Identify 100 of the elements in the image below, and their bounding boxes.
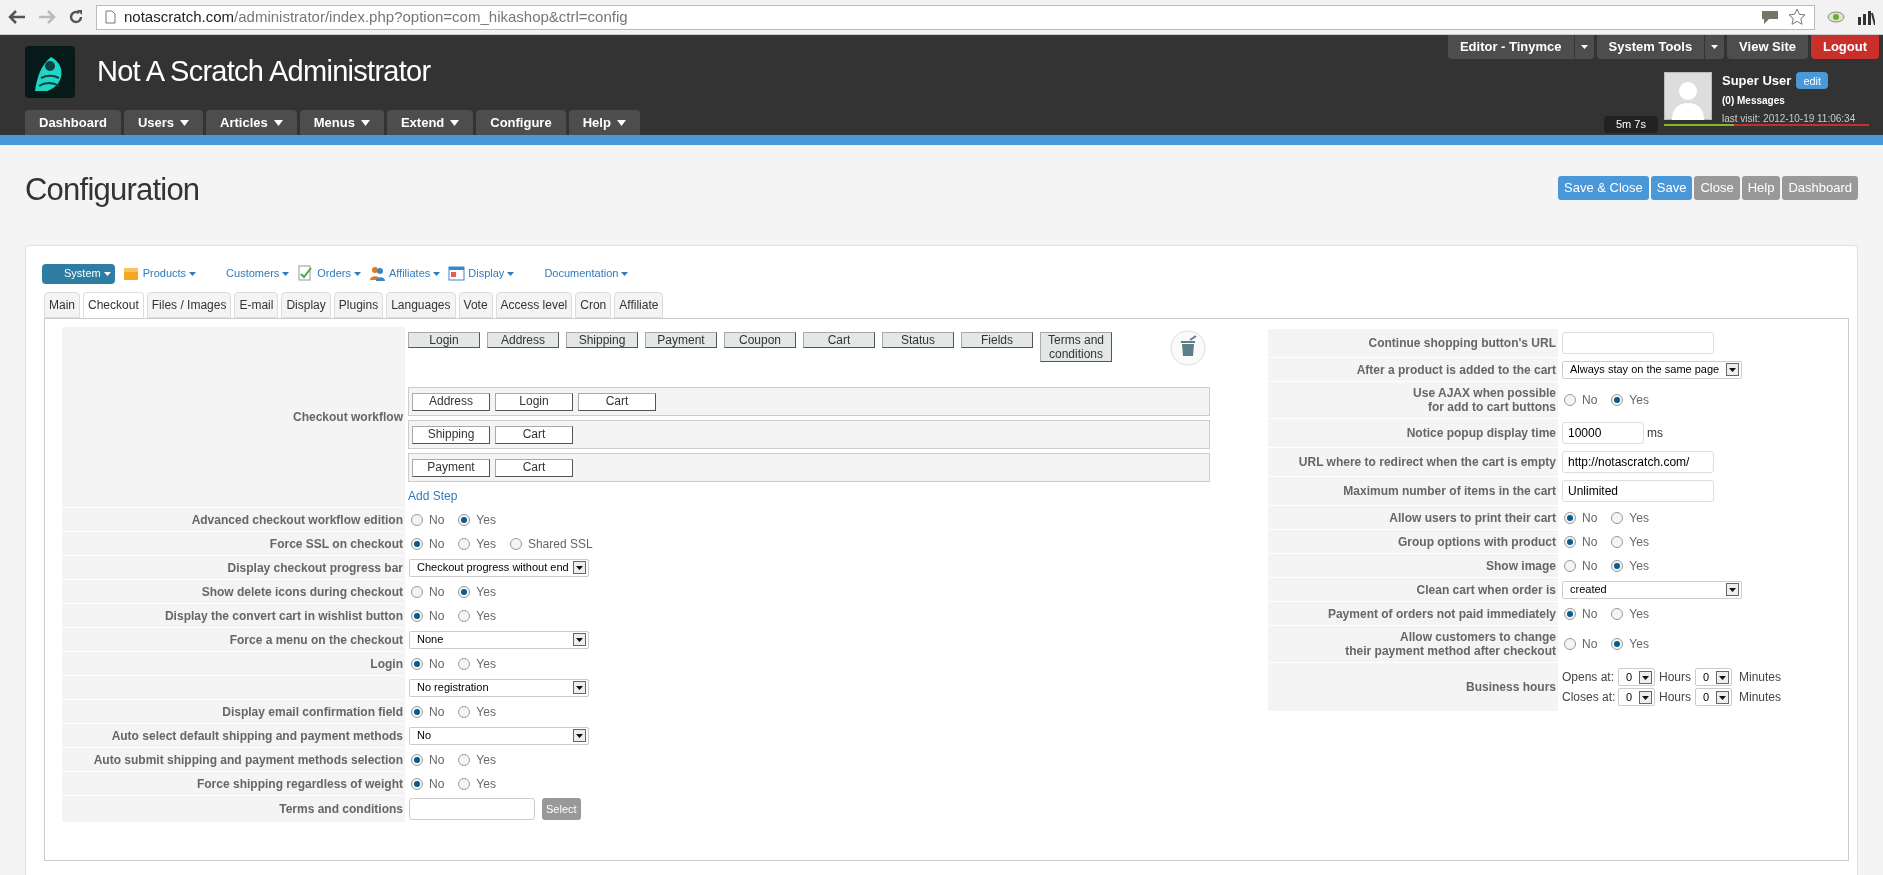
workflow-item[interactable]: Cart <box>578 392 656 411</box>
settings-tab[interactable]: E-mail <box>234 292 279 318</box>
dropdown[interactable]: 0 <box>1618 668 1655 686</box>
radio-button[interactable] <box>1611 638 1624 650</box>
text-field[interactable] <box>1562 332 1714 354</box>
dropdown[interactable]: No <box>409 726 589 745</box>
workflow-item[interactable]: Terms and conditions <box>1040 332 1112 362</box>
radio-button[interactable] <box>458 705 471 718</box>
radio-button[interactable] <box>411 537 423 550</box>
back-arrow-icon[interactable] <box>8 9 26 25</box>
dropdown[interactable]: None <box>409 630 589 649</box>
workflow-item[interactable]: Login <box>495 392 573 411</box>
radio-button[interactable] <box>1611 511 1624 524</box>
radio-button[interactable] <box>411 657 423 670</box>
settings-tab[interactable]: Files / Images <box>146 292 232 318</box>
text-field[interactable]: Unlimited <box>1562 480 1714 502</box>
radio-button[interactable] <box>411 585 423 598</box>
settings-tab[interactable]: Cron <box>575 292 612 318</box>
submenu-item[interactable]: Affiliates <box>368 263 441 284</box>
top-menu-button[interactable]: Editor - Tinymce <box>1447 35 1594 59</box>
workflow-item[interactable]: Cart <box>495 458 573 477</box>
radio-button[interactable] <box>1611 607 1624 620</box>
top-menu-button[interactable]: View Site <box>1727 35 1808 59</box>
dropdown[interactable]: 0 <box>1618 688 1655 706</box>
workflow-item[interactable]: Address <box>412 392 490 411</box>
settings-tab[interactable]: Vote <box>458 292 493 318</box>
radio-button[interactable] <box>1564 638 1576 650</box>
settings-tab[interactable]: Checkout <box>83 292 144 318</box>
settings-tab[interactable]: Display <box>281 292 331 318</box>
radio-button[interactable] <box>1611 559 1624 572</box>
submenu-item[interactable]: Products <box>122 263 197 284</box>
menu-tab[interactable]: Configure <box>476 110 566 135</box>
dropdown[interactable]: Checkout progress without end <box>409 558 589 577</box>
dropdown[interactable]: No registration <box>409 678 589 697</box>
settings-tab[interactable]: Plugins <box>333 292 384 318</box>
radio-button[interactable] <box>1611 394 1624 406</box>
star-icon[interactable] <box>1788 8 1806 26</box>
text-field[interactable]: http://notascratch.com/ <box>1562 451 1714 473</box>
submenu-item[interactable]: Orders <box>297 263 361 284</box>
radio-button[interactable] <box>458 513 471 526</box>
dropdown[interactable]: Always stay on the same page <box>1562 360 1742 379</box>
menu-tab[interactable]: Articles <box>206 110 297 135</box>
text-field[interactable]: 10000 <box>1562 422 1644 444</box>
radio-button[interactable] <box>1564 607 1576 620</box>
radio-button[interactable] <box>458 609 471 622</box>
radio-button[interactable] <box>1564 559 1576 572</box>
radio-button[interactable] <box>458 777 471 790</box>
workflow-item[interactable]: Cart <box>803 332 875 348</box>
radio-button[interactable] <box>411 777 423 790</box>
radio-button[interactable] <box>411 609 423 622</box>
settings-tab[interactable]: Affiliate <box>614 292 664 318</box>
menu-tab[interactable]: Extend <box>386 110 474 135</box>
radio-button[interactable] <box>1564 511 1576 524</box>
eye-icon[interactable] <box>1827 10 1845 24</box>
workflow-item[interactable]: Payment <box>412 458 490 477</box>
submenu-item[interactable]: Documentation <box>522 263 629 284</box>
unit-label: Minutes <box>1739 669 1782 686</box>
submenu-item[interactable]: Display <box>448 263 515 284</box>
trash-icon[interactable] <box>1170 330 1206 366</box>
workflow-item[interactable]: Status <box>882 332 954 348</box>
bar-chart-icon[interactable] <box>1857 9 1875 25</box>
top-menu-button[interactable]: System Tools <box>1596 35 1725 59</box>
address-bar[interactable]: notascratch.com/administrator/index.php?option=com_hikashop&ctrl=config <box>96 4 1815 30</box>
messages-link[interactable]: (0) Messages <box>1722 92 1856 108</box>
top-menu-button[interactable]: Logout <box>1810 35 1879 59</box>
workflow-item[interactable]: Shipping <box>566 332 638 348</box>
workflow-item[interactable]: Address <box>487 332 559 348</box>
flag-icon[interactable] <box>1760 9 1780 25</box>
radio-button[interactable] <box>1564 535 1576 548</box>
radio-button[interactable] <box>458 753 471 766</box>
reload-icon[interactable] <box>68 9 84 25</box>
radio-button[interactable] <box>509 537 522 550</box>
radio-button[interactable] <box>411 753 423 766</box>
workflow-item[interactable]: Coupon <box>724 332 796 348</box>
radio-button[interactable] <box>1611 535 1624 548</box>
dropdown[interactable]: created <box>1562 580 1742 599</box>
radio-button[interactable] <box>458 585 471 598</box>
settings-tab[interactable]: Main <box>44 292 80 318</box>
radio-button[interactable] <box>411 513 423 526</box>
dropdown[interactable]: 0 <box>1695 688 1732 706</box>
dropdown[interactable]: 0 <box>1695 668 1732 686</box>
settings-tab[interactable]: Access level <box>495 292 573 318</box>
radio-button[interactable] <box>1564 394 1576 406</box>
add-step-link[interactable]: Add Step <box>408 487 458 505</box>
workflow-item[interactable]: Cart <box>495 425 573 444</box>
menu-tab[interactable]: Dashboard <box>25 110 121 135</box>
menu-tab[interactable]: Help <box>568 110 640 135</box>
workflow-item[interactable]: Payment <box>645 332 717 348</box>
menu-tab[interactable]: Users <box>123 110 204 135</box>
submenu-item[interactable]: Customers <box>204 263 290 284</box>
submenu-item[interactable]: System <box>42 263 115 284</box>
radio-button[interactable] <box>458 657 471 670</box>
radio-button[interactable] <box>458 537 471 550</box>
text-field[interactable] <box>409 798 535 820</box>
workflow-item[interactable]: Shipping <box>412 425 490 444</box>
menu-tab[interactable]: Menus <box>299 110 384 135</box>
settings-tab[interactable]: Languages <box>386 292 456 318</box>
workflow-item[interactable]: Login <box>408 332 480 348</box>
radio-button[interactable] <box>411 705 423 718</box>
workflow-item[interactable]: Fields <box>961 332 1033 348</box>
